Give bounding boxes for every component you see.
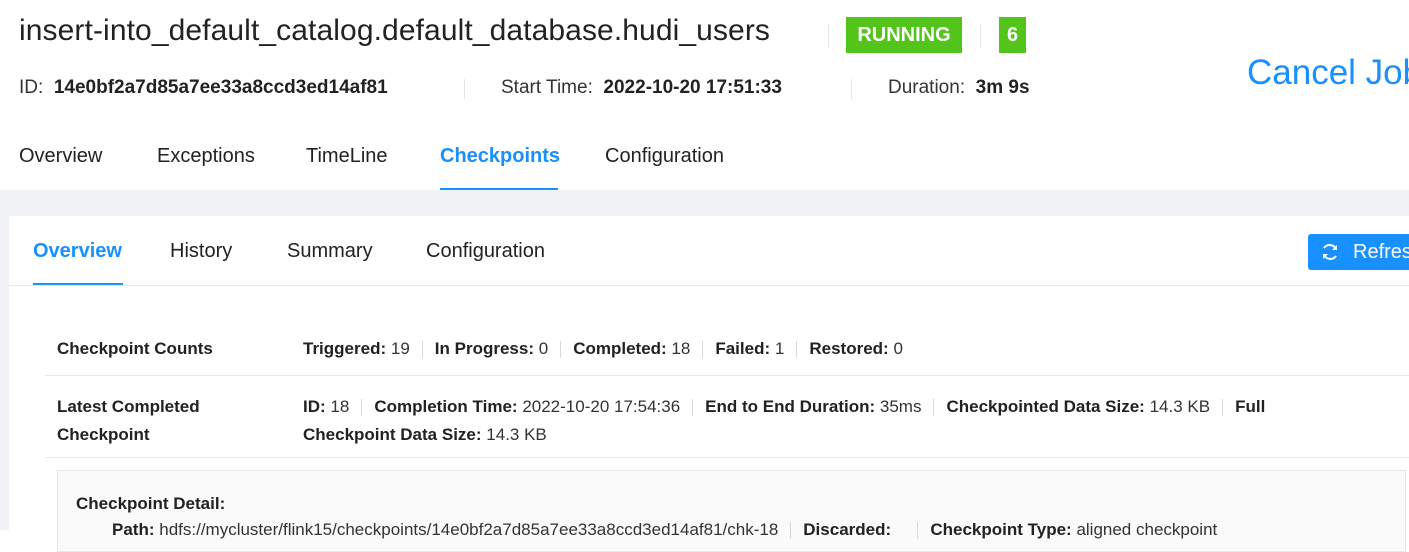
status-badge: RUNNING [846, 17, 962, 53]
counts-separator [560, 341, 562, 359]
full-size-label-1: Full [1235, 397, 1266, 416]
completed-value: 18 [671, 339, 691, 358]
refresh-label: Refresh [1353, 241, 1409, 263]
title-divider [828, 24, 829, 48]
detail-heading: Checkpoint Detail: [76, 494, 226, 513]
meta-divider-1 [464, 79, 465, 99]
failed-value: 1 [774, 339, 785, 358]
counts-label: Checkpoint Counts [57, 339, 213, 358]
in-progress-label: In Progress: [434, 339, 534, 358]
latest-values: ID: 18 Completion Time: 2022-10-20 17:54:… [303, 393, 1265, 449]
latest-separator [692, 399, 694, 417]
checkpointed-size-label: Checkpointed Data Size: [946, 397, 1145, 416]
in-progress-value: 0 [538, 339, 549, 358]
triggered-label: Triggered: [303, 339, 387, 358]
subtab-history[interactable]: History [170, 240, 232, 263]
restored-label: Restored: [809, 339, 889, 358]
latest-separator [361, 399, 363, 417]
completion-time-value: 2022-10-20 17:54:36 [522, 397, 681, 416]
latest-separator [933, 399, 935, 417]
refresh-icon [1323, 244, 1337, 260]
counts-values: Triggered: 19 In Progress: 0 Completed: 18… [303, 339, 903, 359]
completion-time-label: Completion Time: [374, 397, 518, 416]
start-time-value: 2022-10-20 17:51:33 [603, 77, 782, 98]
tab-checkpoints[interactable]: Checkpoints [440, 145, 560, 168]
e2e-duration-label: End to End Duration: [705, 397, 876, 416]
subtab-divider [9, 285, 1409, 286]
e2e-duration-value: 35ms [879, 397, 922, 416]
checkpointed-size-value: 14.3 KB [1149, 397, 1211, 416]
meta-divider-2 [851, 79, 852, 99]
detail-values: Path: hdfs://mycluster/flink15/checkpoin… [112, 520, 1217, 540]
counts-separator [796, 341, 798, 359]
subtab-summary[interactable]: Summary [287, 240, 373, 263]
duration: Duration: 3m 9s [888, 77, 1030, 99]
parallelism-badge: 6 [999, 17, 1026, 53]
tab-timeline[interactable]: TimeLine [306, 145, 388, 168]
counts-separator [421, 341, 423, 359]
latest-label: Latest Completed Checkpoint [57, 393, 200, 449]
latest-id-value: 18 [330, 397, 350, 416]
triggered-value: 19 [390, 339, 410, 358]
restored-value: 0 [893, 339, 903, 358]
badge-divider [980, 24, 981, 48]
row-divider [45, 375, 1409, 376]
latest-label-line1: Latest Completed [57, 397, 200, 416]
duration-label: Duration: [888, 77, 966, 98]
full-size-value: 14.3 KB [486, 425, 547, 444]
latest-id-label: ID: [303, 397, 326, 416]
job-id: ID: 14e0bf2a7d85a7ee33a8ccd3ed14af81 [19, 77, 388, 99]
detail-separator [917, 522, 919, 540]
start-time-label: Start Time: [501, 77, 593, 98]
full-size-label-2: Checkpoint Data Size: [303, 425, 482, 444]
refresh-button[interactable]: Refresh [1308, 234, 1409, 270]
counts-separator [702, 341, 704, 359]
tab-configuration[interactable]: Configuration [605, 145, 724, 168]
row-divider [45, 457, 1409, 458]
job-id-label: ID: [19, 77, 44, 98]
start-time: Start Time: 2022-10-20 17:51:33 [501, 77, 782, 99]
tab-overview[interactable]: Overview [19, 145, 102, 168]
job-id-value: 14e0bf2a7d85a7ee33a8ccd3ed14af81 [53, 77, 388, 98]
latest-separator [1222, 399, 1224, 417]
completed-label: Completed: [573, 339, 667, 358]
detail-separator [790, 522, 792, 540]
subtab-overview[interactable]: Overview [33, 240, 122, 263]
cancel-job-button[interactable]: Cancel Job [1247, 53, 1409, 93]
duration-value: 3m 9s [975, 77, 1030, 98]
failed-label: Failed: [715, 339, 771, 358]
job-title: insert-into_default_catalog.default_data… [19, 14, 771, 47]
latest-label-line2: Checkpoint [57, 425, 150, 444]
subtab-configuration[interactable]: Configuration [426, 240, 545, 263]
tab-exceptions[interactable]: Exceptions [157, 145, 255, 168]
